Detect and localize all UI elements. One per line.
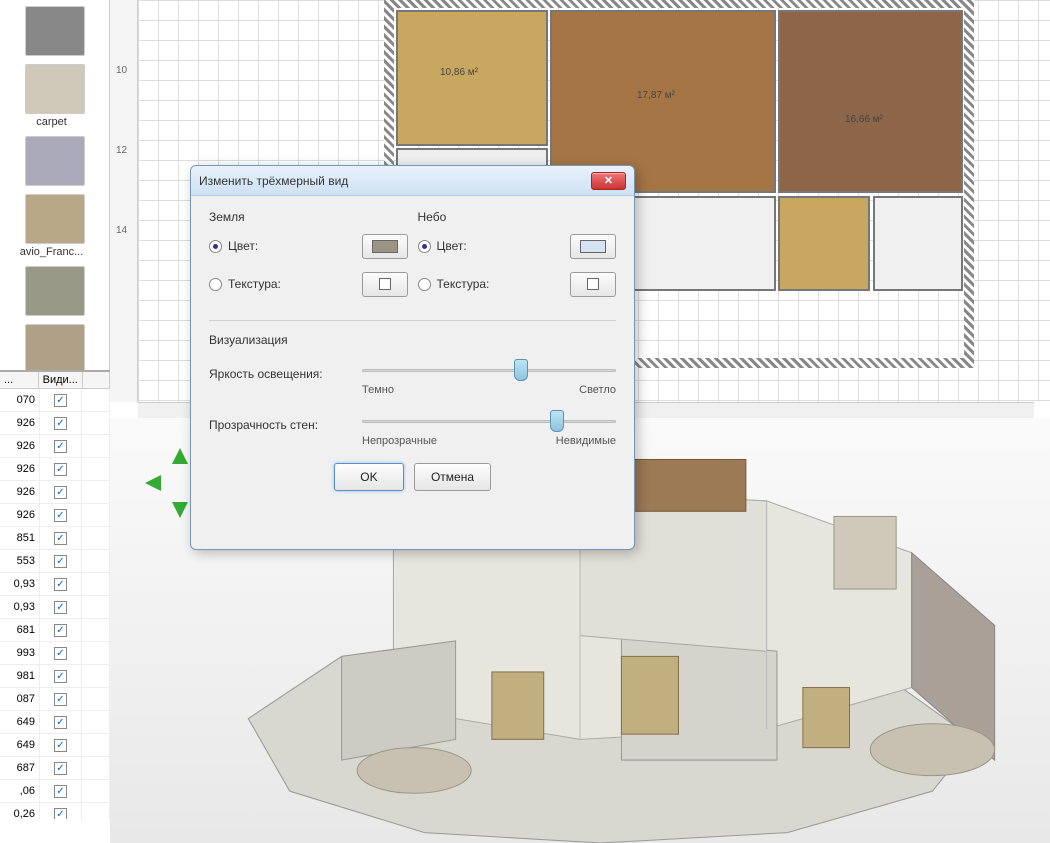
- visible-checkbox[interactable]: ✓: [54, 440, 67, 453]
- room-5[interactable]: [873, 196, 963, 291]
- table-row[interactable]: 681✓: [0, 619, 110, 642]
- table-row[interactable]: 070✓: [0, 389, 110, 412]
- ground-color-button[interactable]: [362, 234, 408, 259]
- sky-texture-label: Текстура:: [437, 277, 571, 291]
- visible-checkbox[interactable]: ✓: [54, 601, 67, 614]
- visible-checkbox[interactable]: ✓: [54, 486, 67, 499]
- table-header: ... Види...: [0, 372, 110, 389]
- table-row[interactable]: 0,26✓: [0, 803, 110, 819]
- room-3[interactable]: 16,66 м²: [778, 10, 963, 193]
- room-1[interactable]: 10,86 м²: [396, 10, 548, 146]
- furniture-thumb: [25, 64, 85, 114]
- brightness-label: Яркость освещения:: [209, 361, 354, 381]
- visible-checkbox[interactable]: ✓: [54, 394, 67, 407]
- table-row[interactable]: 993✓: [0, 642, 110, 665]
- furniture-item[interactable]: [2, 4, 107, 58]
- sky-texture-radio[interactable]: [418, 278, 431, 291]
- ground-texture-label: Текстура:: [228, 277, 362, 291]
- furniture-thumb: [25, 324, 85, 374]
- transparency-label: Прозрачность стен:: [209, 412, 354, 432]
- furniture-table: ... Види... 070✓926✓926✓926✓926✓926✓851✓…: [0, 370, 110, 843]
- room-4[interactable]: [778, 196, 870, 291]
- modify-3d-view-dialog: Изменить трёхмерный вид ✕ Земля Цвет: Те…: [190, 165, 635, 550]
- ground-texture-button[interactable]: [362, 272, 408, 297]
- table-row[interactable]: 926✓: [0, 504, 110, 527]
- brightness-slider[interactable]: ТемноСветло: [362, 361, 616, 396]
- table-row[interactable]: 649✓: [0, 711, 110, 734]
- sky-texture-button[interactable]: [570, 272, 616, 297]
- table-row[interactable]: 851✓: [0, 527, 110, 550]
- visible-checkbox[interactable]: ✓: [54, 509, 67, 522]
- table-row[interactable]: 649✓: [0, 734, 110, 757]
- close-button[interactable]: ✕: [591, 172, 626, 190]
- ok-button[interactable]: OK: [334, 463, 404, 491]
- visible-checkbox[interactable]: ✓: [54, 532, 67, 545]
- visible-checkbox[interactable]: ✓: [54, 624, 67, 637]
- table-row[interactable]: 0,93✓: [0, 596, 110, 619]
- dialog-titlebar[interactable]: Изменить трёхмерный вид ✕: [191, 166, 634, 196]
- visible-checkbox[interactable]: ✓: [54, 463, 67, 476]
- ground-section: Земля Цвет: Текстура:: [209, 210, 408, 308]
- texture-icon: [587, 278, 599, 290]
- column-value[interactable]: ...: [0, 372, 39, 388]
- visible-checkbox[interactable]: ✓: [54, 739, 67, 752]
- sky-color-swatch: [580, 240, 606, 253]
- furniture-item[interactable]: avio_Franc...: [2, 192, 107, 260]
- ground-title: Земля: [209, 210, 408, 224]
- furniture-item[interactable]: [2, 134, 107, 188]
- table-row[interactable]: 926✓: [0, 458, 110, 481]
- visible-checkbox[interactable]: ✓: [54, 808, 67, 820]
- divider: [209, 320, 616, 321]
- visible-checkbox[interactable]: ✓: [54, 785, 67, 798]
- vertical-ruler: 10 12 14: [110, 0, 138, 402]
- column-visible[interactable]: Види...: [39, 372, 83, 388]
- furniture-thumb: [25, 194, 85, 244]
- visible-checkbox[interactable]: ✓: [54, 555, 67, 568]
- table-row[interactable]: 926✓: [0, 481, 110, 504]
- visible-checkbox[interactable]: ✓: [54, 716, 67, 729]
- visible-checkbox[interactable]: ✓: [54, 578, 67, 591]
- table-row[interactable]: 926✓: [0, 435, 110, 458]
- table-row[interactable]: 687✓: [0, 757, 110, 780]
- cancel-button[interactable]: Отмена: [414, 463, 491, 491]
- table-row[interactable]: 087✓: [0, 688, 110, 711]
- table-body[interactable]: 070✓926✓926✓926✓926✓926✓851✓553✓0,93✓0,9…: [0, 389, 110, 819]
- ground-texture-radio[interactable]: [209, 278, 222, 291]
- furniture-item[interactable]: carpet: [2, 62, 107, 130]
- furniture-label: avio_Franc...: [4, 246, 99, 258]
- furniture-thumb: [25, 6, 85, 56]
- furniture-thumb: [25, 136, 85, 186]
- ground-color-swatch: [372, 240, 398, 253]
- sky-color-radio[interactable]: [418, 240, 431, 253]
- sky-color-label: Цвет:: [437, 239, 571, 253]
- transparency-slider[interactable]: НепрозрачныеНевидимые: [362, 412, 616, 447]
- furniture-thumb: [25, 266, 85, 316]
- slider-thumb[interactable]: [514, 359, 528, 381]
- visible-checkbox[interactable]: ✓: [54, 693, 67, 706]
- sky-section: Небо Цвет: Текстура:: [418, 210, 617, 308]
- visible-checkbox[interactable]: ✓: [54, 647, 67, 660]
- texture-icon: [379, 278, 391, 290]
- table-row[interactable]: 981✓: [0, 665, 110, 688]
- ground-color-label: Цвет:: [228, 239, 362, 253]
- table-row[interactable]: 0,93✓: [0, 573, 110, 596]
- dialog-title: Изменить трёхмерный вид: [199, 174, 591, 188]
- table-row[interactable]: 926✓: [0, 412, 110, 435]
- sky-color-button[interactable]: [570, 234, 616, 259]
- table-row[interactable]: 553✓: [0, 550, 110, 573]
- slider-thumb[interactable]: [550, 410, 564, 432]
- table-row[interactable]: ,06✓: [0, 780, 110, 803]
- furniture-label: carpet: [4, 116, 99, 128]
- visible-checkbox[interactable]: ✓: [54, 417, 67, 430]
- visible-checkbox[interactable]: ✓: [54, 670, 67, 683]
- visualization-title: Визуализация: [209, 333, 616, 347]
- furniture-item[interactable]: [2, 264, 107, 318]
- sky-title: Небо: [418, 210, 617, 224]
- visible-checkbox[interactable]: ✓: [54, 762, 67, 775]
- ground-color-radio[interactable]: [209, 240, 222, 253]
